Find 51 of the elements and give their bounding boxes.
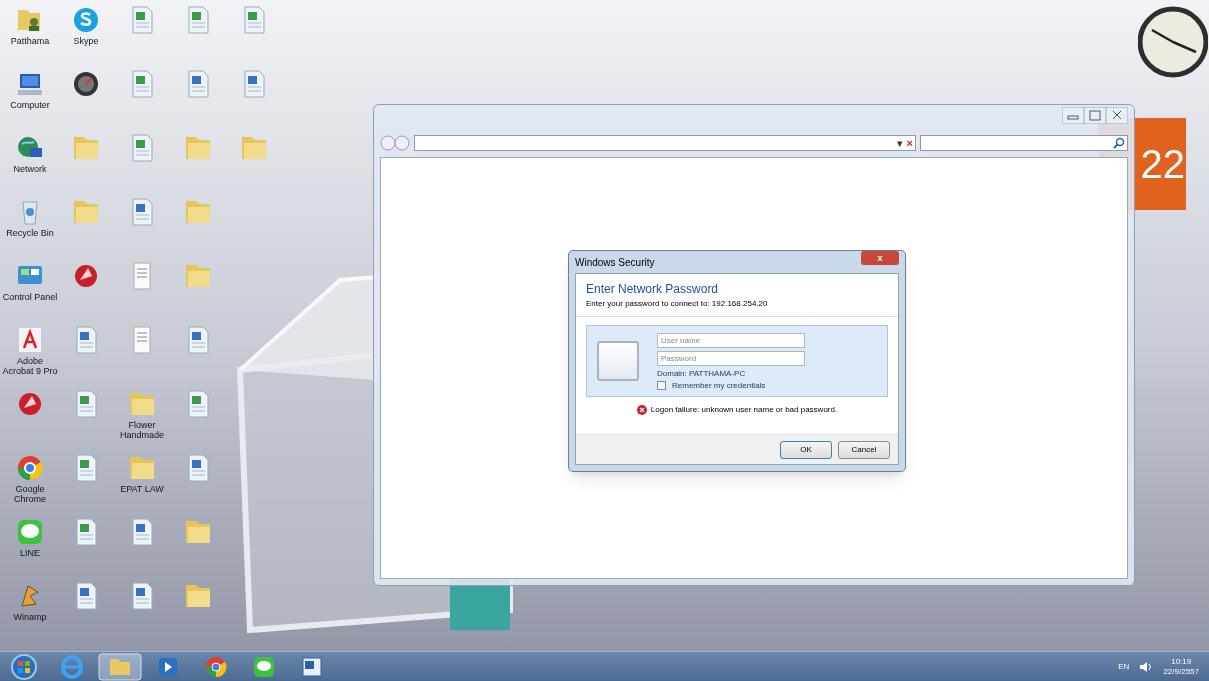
shortcut-label: Google Chrome <box>13 484 47 504</box>
checkbox-label: Remember my credentials <box>672 380 766 390</box>
user-tile-picture <box>597 341 639 381</box>
desktop-shortcut[interactable]: Control Panel <box>2 260 58 302</box>
password-field[interactable]: Password <box>657 350 805 366</box>
dialog-title: Windows Security <box>575 255 655 270</box>
search-field[interactable] <box>920 135 1128 151</box>
desktop-shortcut[interactable]: Network <box>2 132 58 174</box>
desktop-shortcut[interactable]: Patthama <box>2 4 58 46</box>
error-icon <box>636 405 647 415</box>
desktop-shortcut[interactable]: Google Chrome <box>2 452 58 504</box>
desktop-shortcut[interactable]: Flower Handmade <box>114 388 170 440</box>
remember-checkbox[interactable] <box>657 380 666 390</box>
dropdown-button[interactable]: ▾ <box>896 137 903 149</box>
dialog-button[interactable]: OK <box>780 440 832 459</box>
shortcut-label: Patthama <box>9 36 51 46</box>
calendar-day: 22 <box>1140 144 1185 184</box>
shortcut-label: Skype <box>72 36 100 46</box>
address-bar[interactable]: ▾ × <box>414 135 916 151</box>
minimize-button[interactable] <box>1062 107 1084 124</box>
shortcut-label: Computer <box>9 100 51 110</box>
error-message: Logon failure: unknown user name or bad password. <box>650 404 838 416</box>
shortcut-label: Control Panel <box>2 292 58 302</box>
stop-button[interactable]: × <box>906 137 913 149</box>
desktop-shortcut[interactable]: Winamp <box>2 580 58 622</box>
shortcut-label: Recycle Bin <box>5 228 55 238</box>
dialog-button[interactable]: Cancel <box>838 440 890 459</box>
desktop-shortcut[interactable]: Recycle Bin <box>2 196 58 238</box>
shortcut-label: Flower Handmade <box>119 420 165 440</box>
close-button[interactable]: x <box>861 251 899 265</box>
shortcut-label: LINE <box>19 548 41 558</box>
speaker-icon[interactable] <box>1139 661 1154 672</box>
desktop-shortcut[interactable]: LINE <box>2 516 58 558</box>
shortcut-label: EPAT LAW <box>119 484 165 494</box>
shortcut-label: Network <box>12 164 48 174</box>
tray-clock[interactable]: 10:19 22/9/2557 <box>1163 656 1199 677</box>
language-indicator[interactable]: EN <box>1118 660 1130 673</box>
shortcut-label: Winamp <box>12 612 48 622</box>
shortcut-label: Adobe Acrobat 9 Pro <box>2 356 58 376</box>
taskbar-folder-icon[interactable] <box>98 652 142 681</box>
desktop-shortcut[interactable]: EPAT LAW <box>114 452 170 494</box>
username-field[interactable]: User name <box>657 332 805 348</box>
dialog-subtitle: Enter your password to connect to: 192.168.254.20 <box>586 298 769 310</box>
close-button[interactable] <box>1106 107 1128 124</box>
desktop-shortcut[interactable]: Adobe Acrobat 9 Pro <box>2 324 58 376</box>
domain-text: Domain: PATTHAMA-PC <box>657 368 747 378</box>
desktop-shortcut[interactable]: Skype <box>58 4 114 46</box>
back-forward-buttons[interactable] <box>380 134 410 152</box>
dialog-heading: Enter Network Password <box>586 281 720 298</box>
desktop-shortcut[interactable]: Computer <box>2 68 58 110</box>
search-icon[interactable] <box>1113 137 1125 149</box>
